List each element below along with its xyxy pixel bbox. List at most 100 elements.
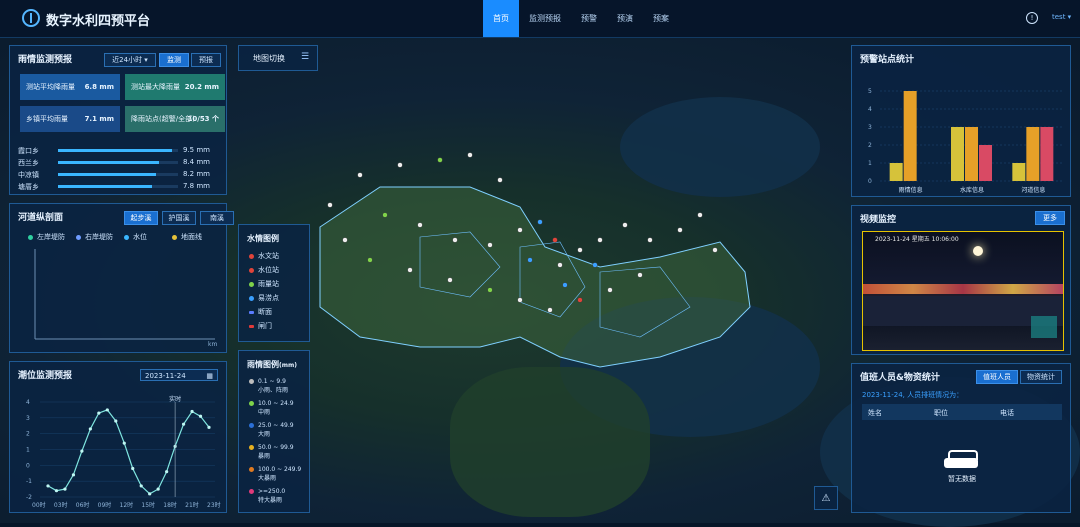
rain-level-dot-icon [249, 379, 254, 384]
map-station-point[interactable] [367, 257, 373, 263]
nav-item-2[interactable]: 预警 [571, 0, 607, 37]
map-station-point[interactable] [607, 287, 613, 293]
map-station-point[interactable] [552, 237, 558, 243]
warn-bar[interactable] [979, 145, 992, 181]
map-station-point[interactable] [557, 262, 563, 268]
map-switch-label: 地图切换 [253, 54, 285, 63]
rain-monitor-panel: 雨情监测预报 近24小时 ▾ 监测 预报 测站平均降雨量 6.8 mm 测站最大降雨… [9, 45, 227, 195]
map-station-point[interactable] [537, 219, 543, 225]
rain-range: >=250.0 [258, 488, 286, 495]
map-station-point[interactable] [382, 212, 388, 218]
rain-stat-card: 降雨站点(超警/全部) 10/53 个 [125, 106, 225, 132]
map-station-point[interactable] [357, 172, 363, 178]
alarm-icon[interactable]: ⚠ [814, 486, 838, 510]
station-rain-fill [58, 161, 159, 164]
duty-tab-0[interactable]: 值班人员 [976, 370, 1018, 384]
video-more-button[interactable]: 更多 [1035, 211, 1065, 225]
map-station-point[interactable] [497, 177, 503, 183]
warn-bar[interactable] [951, 127, 964, 181]
duty-panel-title: 值班人员&物资统计 [860, 373, 940, 383]
map-station-point[interactable] [592, 262, 598, 268]
tide-y-tick: 3 [26, 415, 30, 422]
warn-bar[interactable] [1012, 163, 1026, 181]
rain-stat-label: 测站最大降雨量 [131, 83, 180, 91]
tide-point [80, 449, 84, 453]
map-station-point[interactable] [527, 257, 533, 263]
map-station-point[interactable] [437, 157, 443, 163]
warn-category-label: 河道信息 [1021, 186, 1045, 194]
map-station-point[interactable] [547, 307, 553, 313]
nav-item-3[interactable]: 预演 [607, 0, 643, 37]
warn-y-tick: 5 [868, 88, 872, 95]
tide-point [181, 422, 186, 426]
rain-range: 100.0 ~ 249.9 [258, 466, 302, 473]
map-station-point[interactable] [407, 267, 413, 273]
user-menu[interactable]: test ▾ [1052, 13, 1071, 21]
map-station-point[interactable] [452, 237, 458, 243]
warn-bar[interactable] [1026, 127, 1040, 181]
station-marker-icon [249, 310, 254, 314]
warn-bar[interactable] [903, 91, 917, 181]
map-station-point[interactable] [517, 297, 523, 303]
rain-legend-item: >=250.0 特大暴雨 [249, 487, 285, 505]
station-rain-track [58, 161, 178, 164]
tide-point [54, 489, 59, 493]
water-legend-label: 水文站 [258, 252, 279, 260]
map-station-point[interactable] [697, 212, 703, 218]
map-switch-panel[interactable]: 地图切换 ☰ [238, 45, 318, 71]
rain-stat-value: 10/53 个 [187, 115, 219, 123]
map-station-point[interactable] [622, 222, 628, 228]
map-station-point[interactable] [397, 162, 403, 168]
station-marker-icon [249, 295, 254, 301]
empty-text: 暂无数据 [948, 475, 976, 483]
map-station-point[interactable] [487, 242, 493, 248]
range-select[interactable]: 近24小时 ▾ [104, 53, 156, 67]
map-station-point[interactable] [467, 152, 473, 158]
rain-legend-item: 50.0 ~ 99.9 暴雨 [249, 443, 294, 461]
map-station-point[interactable] [417, 222, 423, 228]
duty-panel: 值班人员&物资统计 值班人员 物资统计 2023-11-24, 人员排班情况为： … [851, 363, 1071, 513]
warn-bar[interactable] [965, 127, 978, 181]
rain-panel-title: 雨情监测预报 [18, 55, 73, 65]
tide-point [114, 419, 118, 423]
river-unit-label: km [208, 341, 217, 348]
tide-x-tick: 15时 [141, 501, 155, 509]
nav-item-1[interactable]: 监测预报 [519, 0, 571, 37]
water-legend-label: 易涝点 [258, 294, 279, 302]
map-station-point[interactable] [562, 282, 568, 288]
rain-stat-label: 降雨站点(超警/全部) [131, 115, 195, 123]
nav-item-0[interactable]: 首页 [483, 0, 519, 37]
nav-item-4[interactable]: 预案 [643, 0, 679, 37]
rain-level-dot-icon [249, 467, 254, 472]
warn-y-tick: 3 [868, 124, 872, 131]
duty-tab-1[interactable]: 物资统计 [1020, 370, 1062, 384]
map-station-point[interactable] [342, 237, 348, 243]
warn-bar[interactable] [1040, 127, 1054, 181]
map-station-point[interactable] [327, 202, 333, 208]
map-station-point[interactable] [637, 272, 643, 278]
rain-level-name: 特大暴雨 [258, 497, 283, 504]
tide-point [63, 487, 67, 491]
city-lights [863, 284, 1063, 294]
map-station-point[interactable] [712, 247, 718, 253]
layers-icon: ☰ [301, 52, 310, 62]
station-rain-row: 霞口乡 9.5 mm [18, 146, 213, 155]
forecast-button[interactable]: 预报 [191, 53, 221, 67]
map-station-point[interactable] [677, 227, 683, 233]
water-legend-label: 雨量站 [258, 280, 279, 288]
tide-y-tick: -2 [26, 494, 32, 501]
map-station-point[interactable] [487, 287, 493, 293]
monitor-button[interactable]: 监测 [159, 53, 189, 67]
map-station-point[interactable] [597, 237, 603, 243]
map-station-point[interactable] [517, 227, 523, 233]
map-station-point[interactable] [447, 277, 453, 283]
map-station-point[interactable] [577, 247, 583, 253]
warn-y-tick: 4 [868, 106, 872, 113]
map-station-point[interactable] [647, 237, 653, 243]
warn-bar[interactable] [889, 163, 903, 181]
video-feed[interactable]: 2023-11-24 星期五 10:06:00 [862, 231, 1064, 351]
info-icon[interactable]: ! [1026, 12, 1038, 24]
station-rain-fill [58, 185, 152, 188]
map-station-point[interactable] [577, 297, 583, 303]
water-legend-item: 雨量站 [249, 279, 279, 289]
